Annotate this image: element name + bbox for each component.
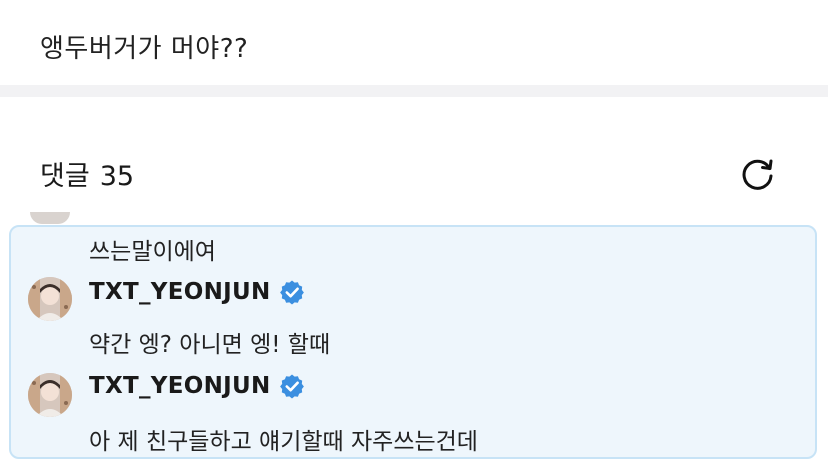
avatar xyxy=(30,212,70,224)
verified-badge-icon xyxy=(279,374,304,399)
comment-author-row: TXT_YEONJUN xyxy=(89,279,305,305)
comment-text: 약간 엥? 아니면 엥! 할때 xyxy=(89,332,331,358)
refresh-button[interactable] xyxy=(738,154,778,194)
comments-header: 댓글 35 xyxy=(40,154,134,193)
comment-thread-highlight: 쓰는말이에여 TXT_YEONJUN 약간 엥? 아니면 엥! 할때 TXT_Y… xyxy=(9,225,817,459)
avatar[interactable] xyxy=(28,373,72,417)
verified-badge-icon xyxy=(279,280,304,305)
section-divider xyxy=(0,85,828,97)
comments-count: 35 xyxy=(99,161,135,192)
post-text: 앵두버거가 머야?? xyxy=(40,34,249,64)
comment-text: 아 제 친구들하고 얘기할때 자주쓰는건데 xyxy=(89,429,478,455)
author-name[interactable]: TXT_YEONJUN xyxy=(89,373,271,399)
comment-text: 쓰는말이에여 xyxy=(89,239,216,265)
page: 앵두버거가 머야?? 댓글 35 쓰는말이에여 TXT_YEONJUN 약간 엥… xyxy=(0,0,828,471)
avatar-image xyxy=(28,277,72,321)
avatar-image xyxy=(28,373,72,417)
comments-label: 댓글 xyxy=(40,161,90,192)
refresh-icon xyxy=(742,159,773,190)
avatar[interactable] xyxy=(28,277,72,321)
comment-author-row: TXT_YEONJUN xyxy=(89,373,305,399)
author-name[interactable]: TXT_YEONJUN xyxy=(89,279,271,305)
